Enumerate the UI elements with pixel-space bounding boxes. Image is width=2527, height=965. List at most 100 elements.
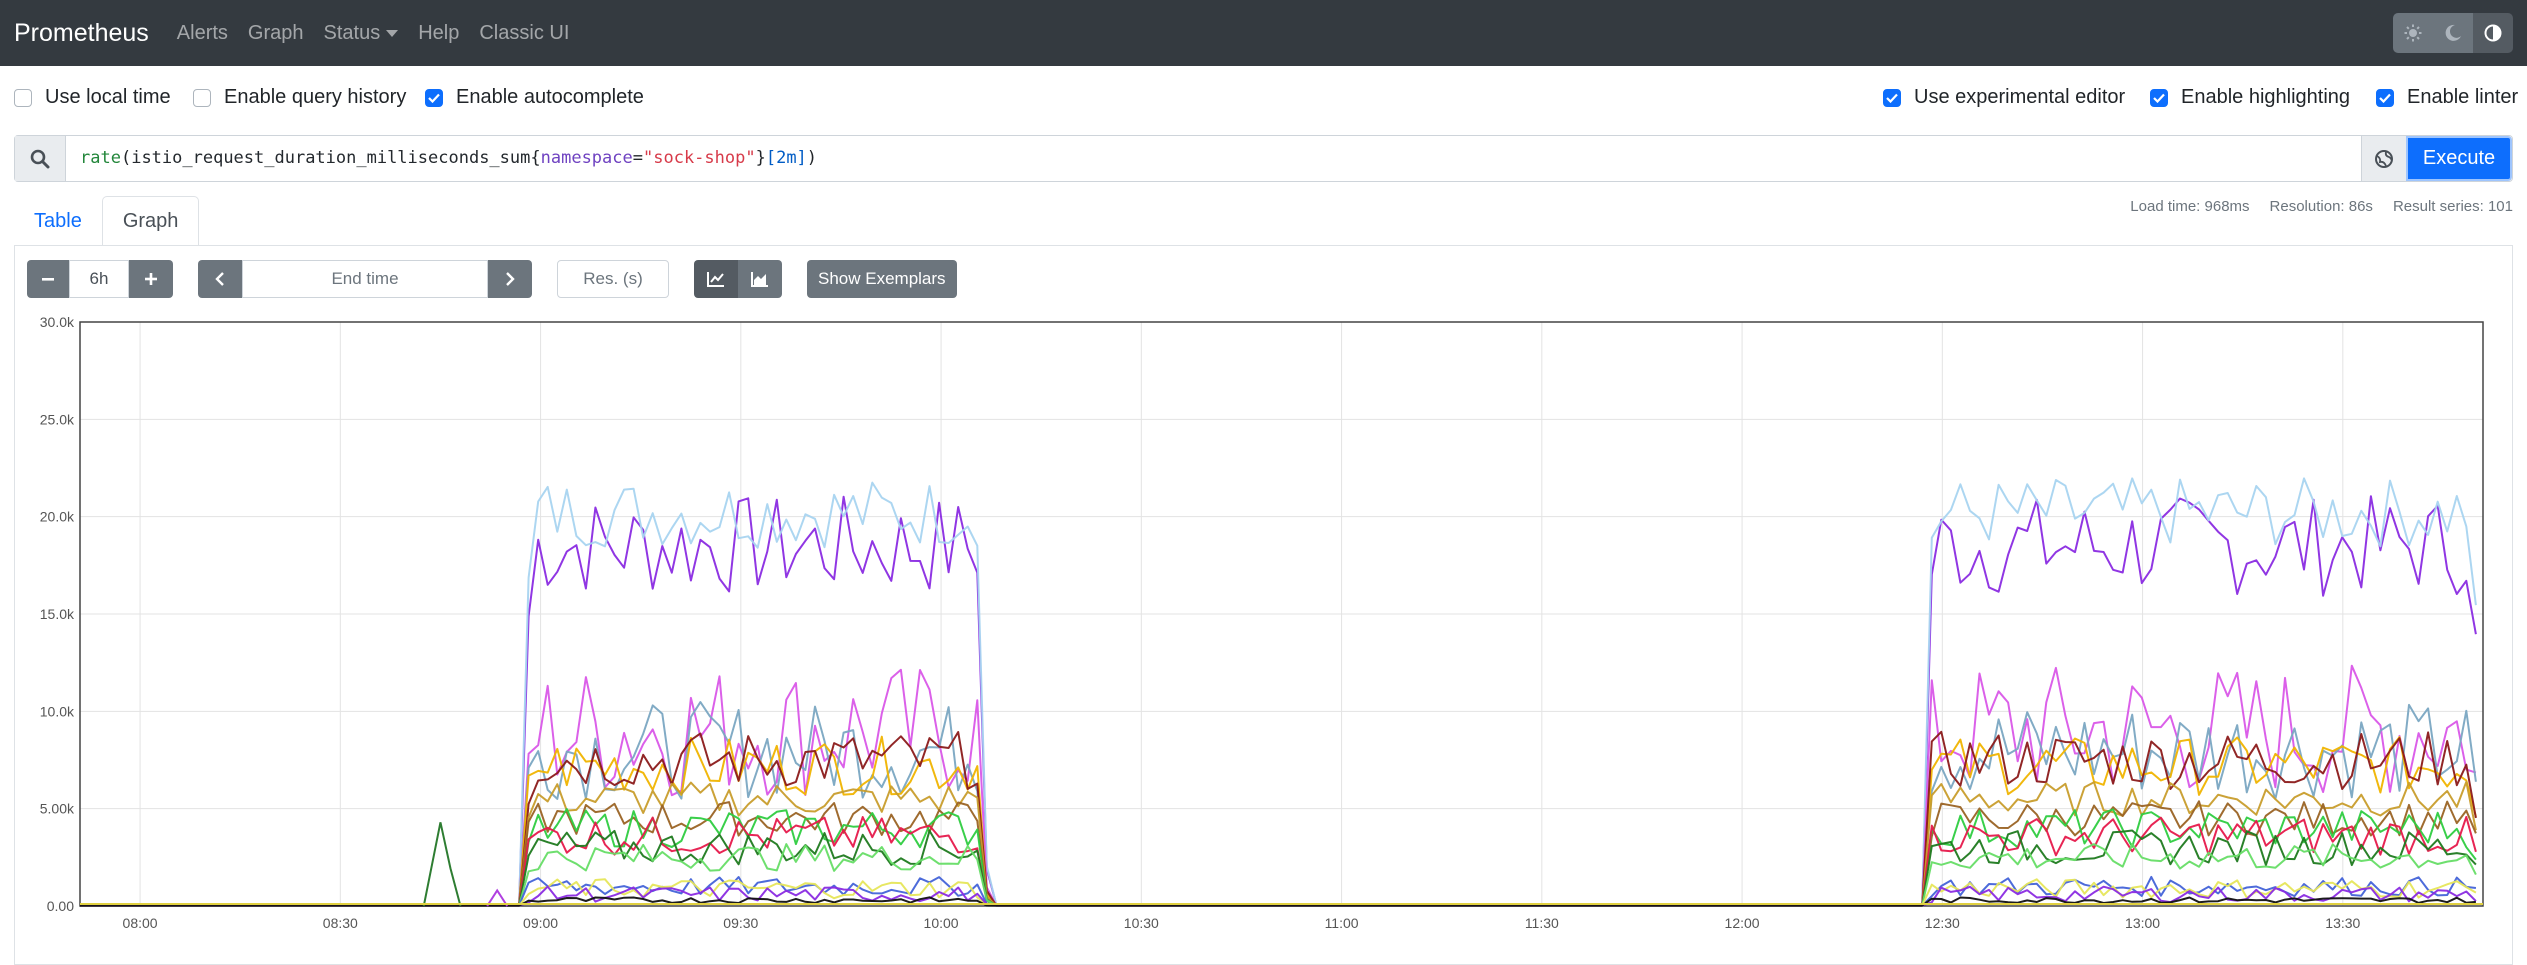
- stacked-button[interactable]: [738, 260, 782, 298]
- series-line: [80, 701, 2477, 907]
- check-icon: [2153, 93, 2165, 103]
- minus-icon: [42, 278, 54, 281]
- range-input[interactable]: 6h: [69, 260, 129, 298]
- unstacked-button[interactable]: [694, 260, 738, 298]
- expression-input[interactable]: rate(istio_request_duration_milliseconds…: [66, 136, 2361, 181]
- x-tick-label: 13:30: [2325, 915, 2360, 931]
- nav-graph[interactable]: Graph: [248, 22, 304, 45]
- resolution-input[interactable]: Res. (s): [557, 260, 669, 298]
- time-series-chart[interactable]: 0.00 5.00k 10.0k 15.0k 20.0k 25.0k 30.0k 08:00 0…: [0, 310, 2527, 949]
- y-tick-label: 10.0k: [40, 703, 75, 719]
- nav-classic-ui[interactable]: Classic UI: [479, 22, 569, 45]
- contrast-icon: [2484, 24, 2502, 42]
- expression-input-group: rate(istio_request_duration_milliseconds…: [14, 135, 2513, 182]
- area-chart-icon: [751, 272, 768, 287]
- check-icon: [2379, 93, 2391, 103]
- enable-autocomplete-label: Enable autocomplete: [456, 86, 644, 108]
- decrease-range-button[interactable]: [27, 260, 69, 298]
- theme-toggle-group: [2393, 13, 2513, 53]
- enable-query-history-checkbox[interactable]: [193, 88, 211, 107]
- next-time-button[interactable]: [488, 260, 532, 298]
- series-line: [80, 829, 2477, 907]
- y-tick-label: 15.0k: [40, 606, 75, 622]
- graph-controls: 6h End time Res. (s) Show Exemplars: [27, 260, 957, 298]
- query-label-name: namespace: [540, 148, 633, 168]
- query-label-value: "sock-shop": [643, 148, 756, 168]
- x-tick-label: 12:30: [1925, 915, 1960, 931]
- navbar: Prometheus Alerts Graph Status Help Clas…: [0, 0, 2527, 66]
- x-tick-label: 11:30: [1525, 915, 1559, 931]
- tab-table[interactable]: Table: [14, 196, 102, 246]
- tab-graph[interactable]: Graph: [101, 196, 200, 246]
- enable-autocomplete-checkbox[interactable]: [425, 88, 443, 107]
- range-control: 6h: [27, 260, 173, 298]
- search-icon-box: [15, 136, 66, 181]
- use-local-time-toggle[interactable]: Use local time: [14, 86, 171, 109]
- plus-icon: [145, 273, 157, 285]
- brand-logo[interactable]: Prometheus: [14, 19, 149, 48]
- query-stats: Load time: 968ms Resolution: 86s Result …: [2130, 198, 2513, 215]
- spike-line: [422, 822, 462, 907]
- result-tabs: Table Graph: [14, 196, 200, 246]
- use-experimental-editor-label: Use experimental editor: [1914, 86, 2126, 108]
- query-range: [2m]: [765, 148, 807, 168]
- series-line: [80, 735, 2477, 907]
- moon-icon: [2445, 24, 2461, 41]
- x-tick-label: 11:00: [1325, 915, 1359, 931]
- end-time-input[interactable]: End time: [242, 260, 488, 298]
- enable-query-history-toggle[interactable]: Enable query history: [193, 86, 406, 109]
- nav-alerts[interactable]: Alerts: [177, 22, 228, 45]
- globe-icon: [2375, 149, 2393, 168]
- use-experimental-editor-toggle[interactable]: Use experimental editor: [1883, 86, 2125, 109]
- sun-icon: [2404, 24, 2422, 42]
- x-tick-label: 13:00: [2125, 915, 2160, 931]
- line-chart-icon: [707, 272, 724, 287]
- enable-highlighting-toggle[interactable]: Enable highlighting: [2150, 86, 2350, 109]
- enable-highlighting-checkbox[interactable]: [2150, 88, 2168, 107]
- x-tick-label: 09:00: [523, 915, 558, 931]
- search-icon: [30, 149, 50, 168]
- enable-linter-toggle[interactable]: Enable linter: [2376, 86, 2518, 109]
- use-local-time-checkbox[interactable]: [14, 88, 32, 107]
- enable-autocomplete-toggle[interactable]: Enable autocomplete: [425, 86, 644, 109]
- chevron-right-icon: [506, 272, 515, 286]
- series-line: [80, 664, 2477, 907]
- y-tick-label: 30.0k: [40, 314, 75, 330]
- query-function: rate: [80, 148, 121, 168]
- x-tick-label: 10:00: [924, 915, 959, 931]
- series-line: [80, 477, 2477, 906]
- enable-linter-label: Enable linter: [2407, 86, 2519, 108]
- resolution: Resolution: 86s: [2269, 198, 2373, 215]
- execute-button[interactable]: Execute: [2406, 136, 2512, 181]
- theme-light-button[interactable]: [2393, 13, 2433, 53]
- query-metric: istio_request_duration_milliseconds_sum: [131, 148, 531, 168]
- nav-help[interactable]: Help: [418, 22, 459, 45]
- use-experimental-editor-checkbox[interactable]: [1883, 88, 1901, 107]
- metrics-explorer-button[interactable]: [2361, 136, 2406, 181]
- show-exemplars-button[interactable]: Show Exemplars: [807, 260, 957, 298]
- chevron-down-icon: [386, 29, 399, 37]
- x-tick-label: 10:30: [1124, 915, 1159, 931]
- nav-status-label: Status: [323, 21, 381, 44]
- nav-status[interactable]: Status: [324, 22, 399, 45]
- query-options: Use local time Enable query history Enab…: [0, 86, 2527, 116]
- y-tick-label: 20.0k: [40, 509, 75, 525]
- load-time: Load time: 968ms: [2130, 198, 2250, 215]
- enable-linter-checkbox[interactable]: [2376, 88, 2394, 107]
- end-time-control: End time: [198, 260, 532, 298]
- theme-dark-button[interactable]: [2433, 13, 2473, 53]
- increase-range-button[interactable]: [129, 260, 173, 298]
- chart-mode-toggle: [694, 260, 782, 298]
- check-icon: [1886, 93, 1898, 103]
- x-tick-label: 08:00: [123, 915, 158, 931]
- y-tick-label: 0.00: [47, 898, 74, 914]
- x-tick-label: 12:00: [1725, 915, 1760, 931]
- x-tick-label: 08:30: [323, 915, 358, 931]
- previous-time-button[interactable]: [198, 260, 242, 298]
- result-series: Result series: 101: [2392, 198, 2513, 215]
- series-line: [80, 843, 2477, 907]
- y-tick-label: 5.00k: [40, 801, 75, 817]
- enable-highlighting-label: Enable highlighting: [2181, 86, 2351, 108]
- chevron-left-icon: [215, 272, 224, 286]
- theme-auto-button[interactable]: [2473, 13, 2513, 53]
